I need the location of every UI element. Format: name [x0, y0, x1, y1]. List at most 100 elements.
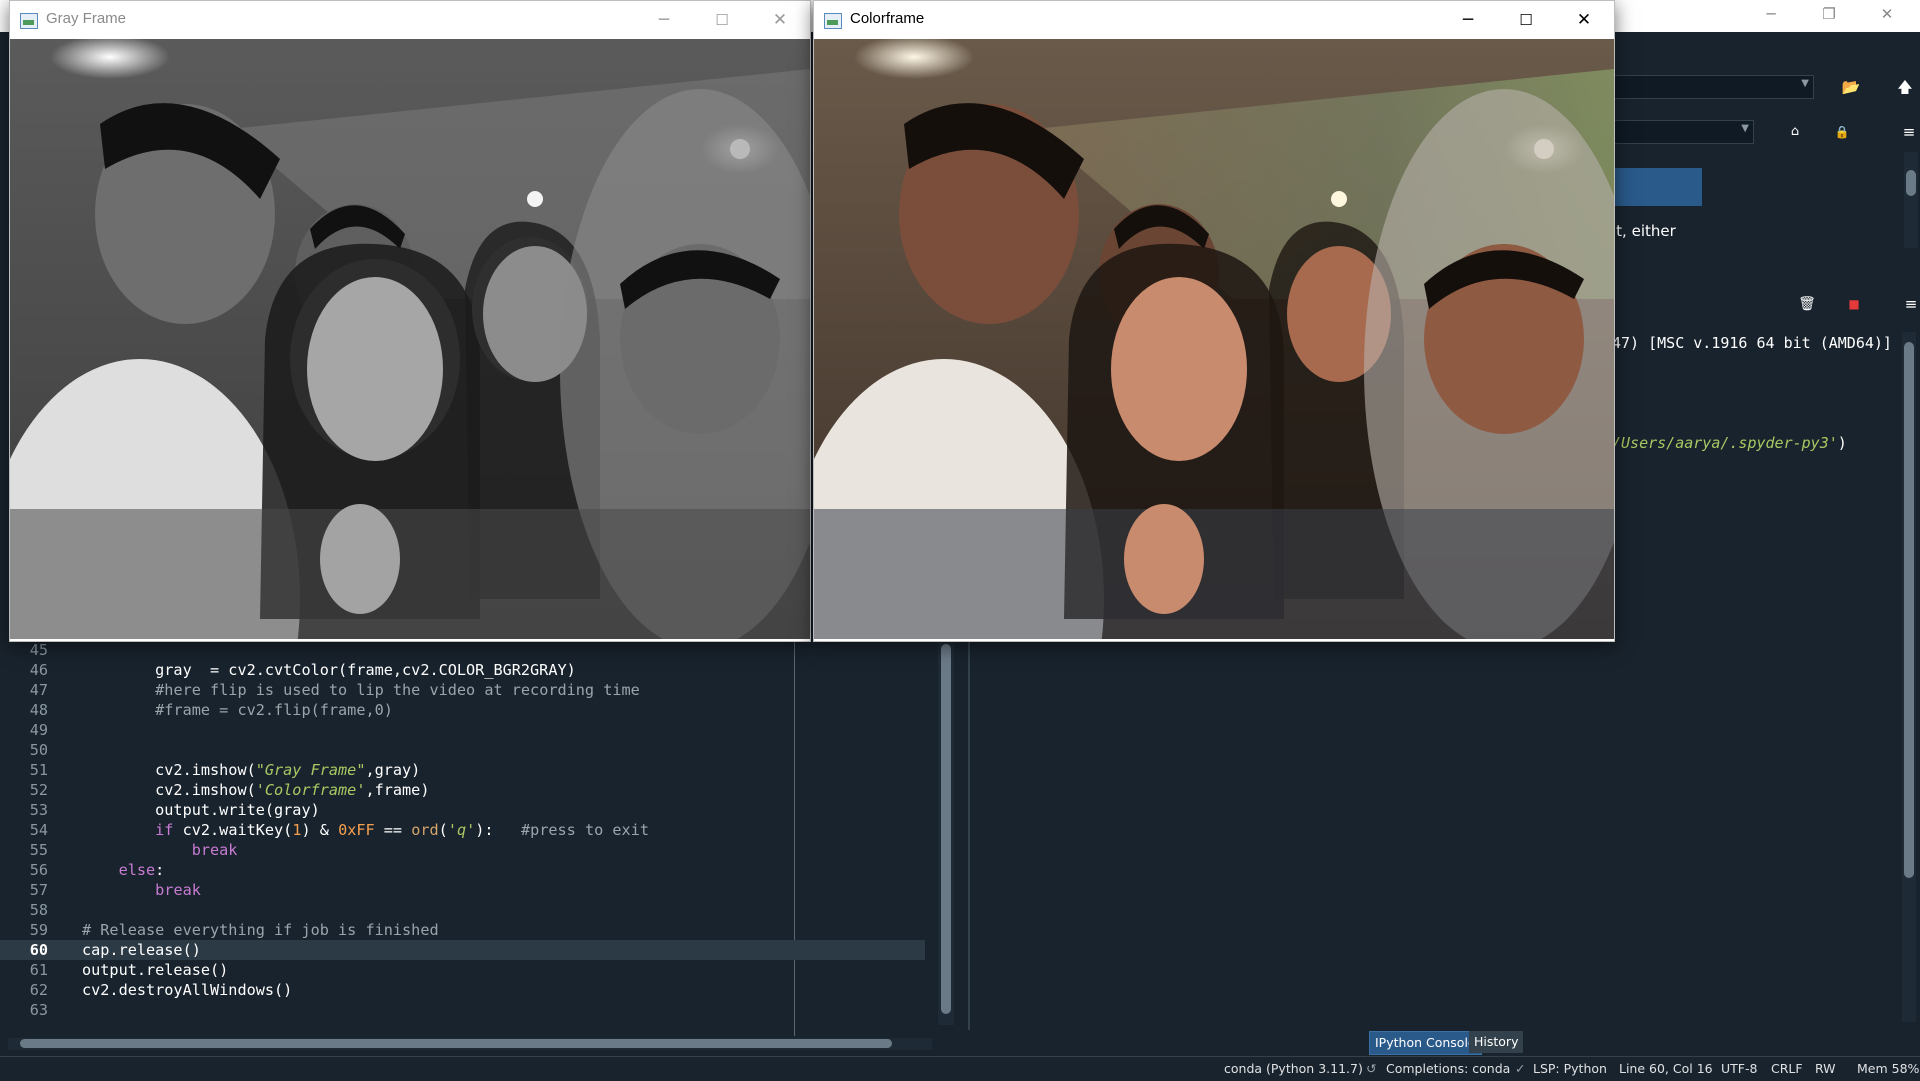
- code-text: # Release everything if job is finished: [82, 921, 439, 939]
- code-line[interactable]: 56 else:: [0, 860, 925, 880]
- line-number: 51: [29, 761, 48, 779]
- status-lsp[interactable]: LSP: Python: [1533, 1061, 1607, 1076]
- console-path-end: ): [1837, 434, 1847, 452]
- code-text: if cv2.waitKey(1) & 0xFF == ord('q'): #p…: [155, 821, 649, 839]
- colorframe-image: [814, 39, 1614, 639]
- up-arrow-icon[interactable]: 🡅: [1892, 75, 1918, 99]
- line-number: 47: [29, 681, 48, 699]
- code-line[interactable]: 59 # Release everything if job is finishe…: [0, 920, 925, 940]
- files-pane: it, either: [1612, 152, 1908, 248]
- editor-hscrollbar[interactable]: [8, 1038, 932, 1050]
- code-line[interactable]: 63: [0, 1000, 925, 1020]
- tab-ipython-console[interactable]: IPython Console: [1369, 1031, 1482, 1055]
- code-line[interactable]: 53 output.write(gray): [0, 800, 925, 820]
- code-line[interactable]: 52 cv2.imshow('Colorframe',frame): [0, 780, 925, 800]
- line-number: 48: [29, 701, 48, 719]
- close-icon[interactable]: ✕: [1560, 5, 1608, 35]
- maximize-icon[interactable]: ☐: [1502, 5, 1550, 35]
- code-text: output.write(gray): [82, 801, 320, 819]
- line-number: 62: [29, 981, 48, 999]
- code-line[interactable]: 60 cap.release(): [0, 940, 925, 960]
- console-menu-icon[interactable]: ≡: [1898, 292, 1920, 316]
- gray-frame-window[interactable]: Gray Frame ─ ☐ ✕: [9, 0, 811, 642]
- colorframe-titlebar[interactable]: Colorframe ─ ☐ ✕: [814, 1, 1614, 39]
- trash-icon[interactable]: 🗑: [1794, 292, 1820, 316]
- code-text: output.release(): [82, 961, 229, 979]
- code-line[interactable]: 48 #frame = cv2.flip(frame,0): [0, 700, 925, 720]
- colorframe-title: Colorframe: [850, 10, 925, 27]
- home-icon[interactable]: ⌂: [1782, 120, 1808, 144]
- status-encoding: UTF-8: [1721, 1061, 1758, 1076]
- files-toolbar: ▼ ⌂ 🔒 ≡: [1612, 116, 1920, 150]
- line-number: 58: [29, 901, 48, 919]
- line-number: 49: [29, 721, 48, 739]
- code-line[interactable]: 50: [0, 740, 925, 760]
- code-line[interactable]: 49: [0, 720, 925, 740]
- hamburger-menu-icon[interactable]: ≡: [1896, 120, 1920, 144]
- status-cursor-position: Line 60, Col 16: [1619, 1061, 1713, 1076]
- status-bar: conda (Python 3.11.7) ↺ Completions: con…: [0, 1056, 1920, 1081]
- code-text: cap.release(): [82, 941, 201, 959]
- colorframe-window[interactable]: Colorframe ─ ☐ ✕: [813, 0, 1615, 642]
- close-icon[interactable]: ✕: [756, 5, 804, 35]
- line-number: 46: [29, 661, 48, 679]
- code-line[interactable]: 62 cv2.destroyAllWindows(): [0, 980, 925, 1000]
- console-banner-text: 47) [MSC v.1916 64 bit (AMD64)]: [1612, 334, 1892, 352]
- code-line[interactable]: 45: [0, 640, 925, 660]
- files-path-combo[interactable]: ▼: [1612, 120, 1754, 144]
- editor-vscrollbar-thumb[interactable]: [941, 644, 951, 1014]
- code-text: cv2.imshow("Gray Frame",gray): [82, 761, 421, 779]
- minimize-icon[interactable]: ─: [640, 5, 688, 35]
- console-left-border: [968, 640, 970, 1030]
- maximize-icon[interactable]: ☐: [698, 5, 746, 35]
- editor-vscrollbar[interactable]: [938, 640, 954, 1025]
- working-directory-combo[interactable]: ▼: [1612, 75, 1814, 99]
- code-text: cv2.imshow('Colorframe',frame): [82, 781, 430, 799]
- files-pane-text: it, either: [1612, 222, 1676, 240]
- line-number: 54: [29, 821, 48, 839]
- spyder-minimize-button[interactable]: ─: [1743, 0, 1799, 30]
- gray-frame-title: Gray Frame: [46, 10, 127, 27]
- console-scrollbar[interactable]: [1902, 332, 1916, 1022]
- code-line[interactable]: 54 if cv2.waitKey(1) & 0xFF == ord('q'):…: [0, 820, 925, 840]
- code-text: #frame = cv2.flip(frame,0): [155, 701, 393, 719]
- minimize-icon[interactable]: ─: [1444, 5, 1492, 35]
- code-line[interactable]: 57 break: [0, 880, 925, 900]
- code-text: else:: [118, 861, 165, 879]
- editor-hscrollbar-thumb[interactable]: [20, 1039, 892, 1048]
- code-text: break: [155, 881, 201, 899]
- line-number: 57: [29, 881, 48, 899]
- code-line[interactable]: 46 gray = cv2.cvtColor(frame,cv2.COLOR_B…: [0, 660, 925, 680]
- tab-history[interactable]: History: [1469, 1031, 1524, 1053]
- files-scrollbar[interactable]: [1904, 152, 1918, 248]
- code-line[interactable]: 55 break: [0, 840, 925, 860]
- console-path-line: /Users/aarya/.spyder-py3'): [1612, 434, 1847, 452]
- gray-frame-titlebar[interactable]: Gray Frame ─ ☐ ✕: [10, 1, 810, 39]
- code-editor[interactable]: 45 46 gray = cv2.cvtColor(frame,cv2.COLOR…: [0, 640, 954, 1050]
- code-line[interactable]: 51 cv2.imshow("Gray Frame",gray): [0, 760, 925, 780]
- line-number: 61: [29, 961, 48, 979]
- status-completions[interactable]: Completions: conda: [1386, 1061, 1510, 1076]
- code-line[interactable]: 47 #here flip is used to lip the video a…: [0, 680, 925, 700]
- line-number: 52: [29, 781, 48, 799]
- folder-open-icon[interactable]: 📂: [1838, 75, 1864, 99]
- files-selected-item[interactable]: [1612, 168, 1702, 206]
- spyder-close-button[interactable]: ✕: [1859, 0, 1915, 30]
- status-env[interactable]: conda (Python 3.11.7): [1224, 1061, 1363, 1076]
- stop-icon[interactable]: ■: [1841, 292, 1867, 316]
- console-toolbar: 🗑 ■ ≡: [1612, 290, 1920, 320]
- line-number: 50: [29, 741, 48, 759]
- line-number: 55: [29, 841, 48, 859]
- opencv-window-icon: [20, 13, 38, 29]
- code-line[interactable]: 58: [0, 900, 925, 920]
- console-scrollbar-thumb[interactable]: [1904, 342, 1914, 878]
- line-number: 59: [29, 921, 48, 939]
- lock-icon[interactable]: 🔒: [1829, 120, 1855, 144]
- code-text: cv2.destroyAllWindows(): [82, 981, 293, 999]
- opencv-window-icon: [824, 13, 842, 29]
- console-path-string: /Users/aarya/.spyder-py3': [1612, 434, 1838, 452]
- completions-icon: ↺: [1366, 1061, 1377, 1076]
- status-permissions: RW: [1815, 1061, 1836, 1076]
- code-line[interactable]: 61 output.release(): [0, 960, 925, 980]
- spyder-restore-button[interactable]: ❐: [1801, 0, 1857, 30]
